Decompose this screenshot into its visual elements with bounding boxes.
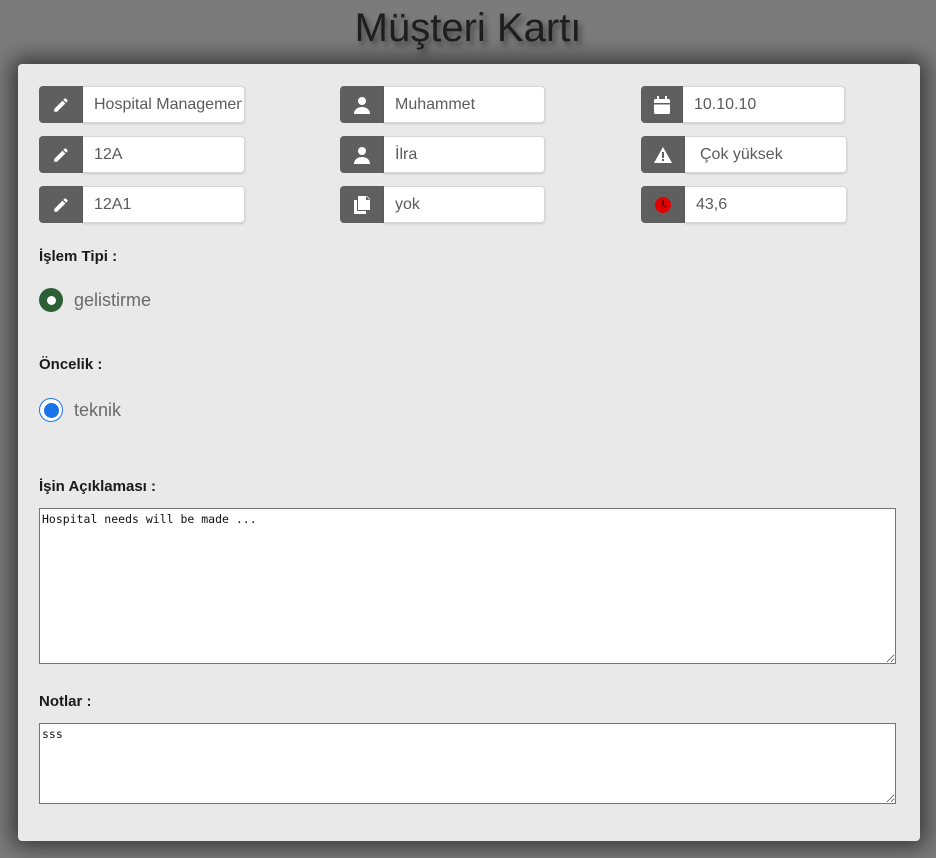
oncelik-radio[interactable]: teknik	[39, 398, 121, 422]
page-title: Müşteri Kartı	[354, 6, 582, 50]
customer-card: 12A 12A1 Muhammet İlra yok 10.10.10	[18, 64, 920, 841]
calendar-icon	[641, 86, 683, 123]
customer-name-input[interactable]: Muhammet	[384, 86, 545, 123]
oncelik-label: Öncelik :	[39, 356, 103, 373]
project-name-input[interactable]	[83, 86, 245, 123]
copy-icon	[340, 186, 384, 223]
aciklama-textarea[interactable]: Hospital needs will be made ...	[39, 508, 896, 664]
code-input[interactable]: 12A	[83, 136, 245, 173]
contact-name-field: İlra	[340, 136, 545, 173]
date-input[interactable]: 10.10.10	[683, 86, 845, 123]
radio-selected-icon[interactable]	[39, 288, 63, 312]
severity-field: Çok yüksek	[641, 136, 847, 173]
user-icon	[340, 136, 384, 173]
project-name-field	[39, 86, 245, 123]
islem-tipi-label: İşlem Tipi :	[39, 248, 118, 265]
pencil-icon	[39, 86, 83, 123]
islem-tipi-option: gelistirme	[74, 289, 152, 310]
duration-input[interactable]: 43,6	[685, 186, 847, 223]
subcode-input[interactable]: 12A1	[83, 186, 245, 223]
warning-icon	[641, 136, 685, 173]
oncelik-option: teknik	[74, 399, 122, 420]
contact-name-input[interactable]: İlra	[384, 136, 545, 173]
notlar-textarea[interactable]: sss	[39, 723, 896, 804]
islem-tipi-radio[interactable]: gelistirme	[39, 288, 151, 312]
subcode-field: 12A1	[39, 186, 245, 223]
severity-input[interactable]: Çok yüksek	[685, 136, 847, 173]
date-field: 10.10.10	[641, 86, 845, 123]
code-field: 12A	[39, 136, 245, 173]
pencil-icon	[39, 186, 83, 223]
user-icon	[340, 86, 384, 123]
document-input[interactable]: yok	[384, 186, 545, 223]
customer-name-field: Muhammet	[340, 86, 545, 123]
aciklama-label: İşin Açıklaması :	[39, 478, 156, 495]
duration-field: 43,6	[641, 186, 847, 223]
clock-icon	[641, 186, 685, 223]
notlar-label: Notlar :	[39, 693, 92, 710]
radio-selected-icon[interactable]	[39, 398, 63, 422]
document-field: yok	[340, 186, 545, 223]
pencil-icon	[39, 136, 83, 173]
